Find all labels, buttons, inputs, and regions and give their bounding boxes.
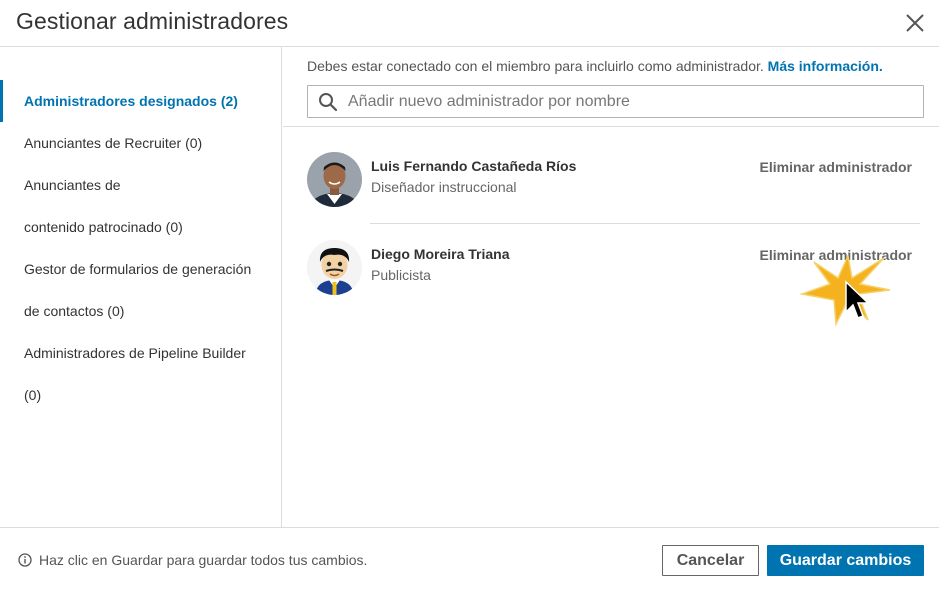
cancel-button[interactable]: Cancelar (662, 545, 759, 576)
dialog-footer: Haz clic en Guardar para guardar todos t… (0, 527, 939, 592)
info-icon (18, 553, 32, 567)
sidebar-item-label: Gestor de formularios de generación de c… (24, 261, 252, 319)
close-icon (906, 14, 924, 32)
cartoon-avatar (307, 240, 362, 295)
footer-note-text: Haz clic en Guardar para guardar todos t… (39, 552, 368, 568)
footer-note: Haz clic en Guardar para guardar todos t… (18, 552, 367, 568)
remove-admin-button[interactable]: Eliminar administrador (760, 247, 912, 263)
content-divider (283, 126, 939, 127)
admin-name: Luis Fernando Castañeda Ríos (371, 158, 577, 174)
sidebar-item-sponsored-content-advertisers[interactable]: Anunciantes de contenido patrocinado (0) (0, 164, 205, 248)
connection-notice: Debes estar conectado con el miembro par… (307, 58, 883, 74)
photo-avatar (307, 152, 362, 207)
sidebar-item-label: Anunciantes de Recruiter (0) (24, 135, 203, 151)
sidebar-item-pipeline-builder-admins[interactable]: Administradores de Pipeline Builder (0) (0, 332, 272, 416)
search-input[interactable] (348, 86, 918, 117)
dialog-title: Gestionar administradores (16, 8, 289, 34)
sidebar-item-label: Anunciantes de contenido patrocinado (0) (24, 177, 183, 235)
close-button[interactable] (902, 10, 928, 36)
admin-role: Diseñador instruccional (371, 179, 517, 195)
admin-role: Publicista (371, 267, 431, 283)
admin-search-field[interactable] (307, 85, 924, 118)
sidebar-item-recruiter-advertisers[interactable]: Anunciantes de Recruiter (0) (0, 122, 281, 164)
sidebar-item-label: Administradores de Pipeline Builder (0) (24, 345, 246, 403)
admin-row: Diego Moreira Triana Publicista Eliminar… (307, 240, 922, 296)
sidebar-item-designated-admins[interactable]: Administradores designados (2) (0, 80, 281, 122)
more-info-link[interactable]: Más información. (768, 58, 883, 74)
row-divider (370, 223, 920, 224)
remove-admin-button[interactable]: Eliminar administrador (760, 159, 912, 175)
sidebar: Administradores designados (2) Anunciant… (0, 47, 282, 527)
sidebar-item-lead-gen-forms[interactable]: Gestor de formularios de generación de c… (0, 248, 275, 332)
notice-text: Debes estar conectado con el miembro par… (307, 58, 764, 74)
save-changes-button[interactable]: Guardar cambios (767, 545, 924, 576)
admin-row: Luis Fernando Castañeda Ríos Diseñador i… (307, 152, 922, 208)
search-icon (319, 93, 338, 112)
admin-name: Diego Moreira Triana (371, 246, 510, 262)
sidebar-item-label: Administradores designados (2) (24, 93, 238, 109)
dialog-header: Gestionar administradores (0, 0, 939, 47)
